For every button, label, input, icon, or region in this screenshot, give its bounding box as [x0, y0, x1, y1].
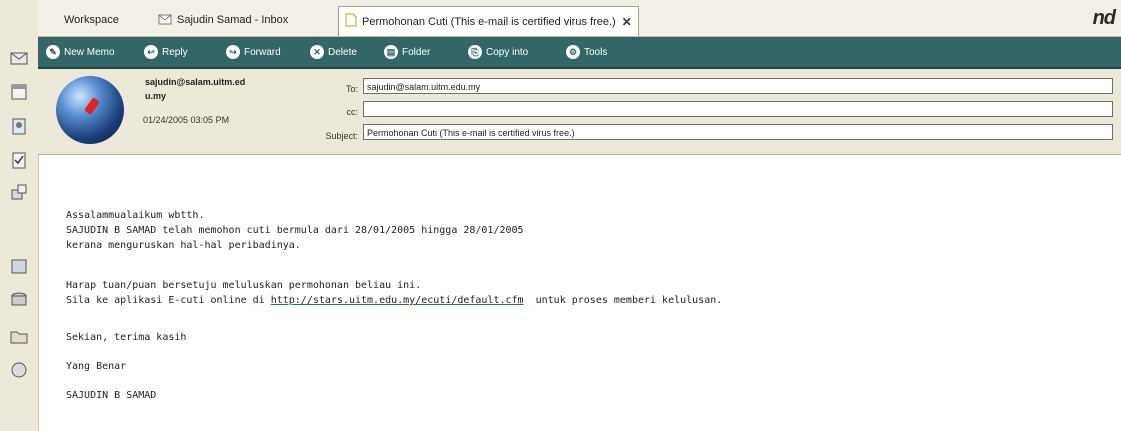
tab-label: Permohonan Cuti (This e-mail is certifie…	[362, 15, 616, 28]
web-icon[interactable]	[8, 360, 30, 380]
tab-label: Sajudin Samad - Inbox	[177, 14, 289, 26]
memo-header: sajudin@salam.uitm.ed u.my 01/24/2005 03…	[38, 69, 1121, 155]
databases-icon[interactable]	[8, 290, 30, 310]
body-line: Sila ke aplikasi E-cuti online di http:/…	[66, 295, 723, 306]
ecuti-link[interactable]: http://stars.uitm.edu.my/ecuti/default.c…	[271, 295, 524, 306]
reply-icon: ↩	[144, 45, 158, 59]
body-line: Harap tuan/puan bersetuju meluluskan per…	[66, 280, 422, 291]
subject-label: Subject:	[325, 131, 358, 141]
body-line: Sekian, terima kasih	[66, 332, 187, 343]
tab-bar: Workspace Sajudin Samad - Inbox Permohon…	[38, 0, 1121, 37]
document-icon	[345, 13, 357, 30]
inbox-icon	[158, 13, 172, 28]
tab-label: Workspace	[64, 14, 119, 26]
sender-address: sajudin@salam.uitm.ed u.my	[145, 77, 246, 101]
body-line: Yang Benar	[66, 361, 127, 372]
close-tab-icon[interactable]: ✕	[622, 15, 632, 29]
body-line: SAJUDIN B SAMAD telah memohon cuti bermu…	[66, 225, 524, 236]
delete-button[interactable]: ✕ Delete	[310, 43, 357, 61]
folder-icon: ▤	[384, 45, 398, 59]
address-book-icon[interactable]	[8, 116, 30, 136]
subject-field[interactable]: Permohonan Cuti (This e-mail is certifie…	[363, 124, 1113, 140]
replicator-icon[interactable]	[8, 182, 30, 202]
tab-current-memo[interactable]: Permohonan Cuti (This e-mail is certifie…	[338, 6, 639, 36]
brand-logo: nd	[1092, 7, 1116, 29]
folder-icon[interactable]	[8, 326, 30, 346]
todo-icon[interactable]	[8, 150, 30, 170]
reply-button[interactable]: ↩ Reply	[144, 43, 188, 61]
tools-icon: ⚙	[566, 45, 580, 59]
globe-avatar-icon	[56, 76, 124, 144]
new-memo-button[interactable]: ✎ New Memo	[46, 43, 115, 61]
copy-into-icon: ⎘	[468, 45, 482, 59]
cc-field[interactable]	[363, 101, 1113, 117]
sent-date: 01/24/2005 03:05 PM	[143, 115, 230, 125]
forward-button[interactable]: ↪ Forward	[226, 43, 281, 61]
body-line: SAJUDIN B SAMAD	[66, 390, 157, 401]
delete-icon: ✕	[310, 45, 324, 59]
folder-button[interactable]: ▤ Folder	[384, 43, 430, 61]
action-toolbar: ✎ New Memo ↩ Reply ↪ Forward ✕ Delete ▤ …	[38, 37, 1121, 69]
to-label: To:	[345, 84, 358, 94]
body-line: kerana menguruskan hal-hal peribadinya.	[66, 240, 301, 251]
calendar-icon[interactable]	[8, 82, 30, 102]
to-field[interactable]: sajudin@salam.uitm.edu.my	[363, 78, 1113, 94]
cc-label: cc:	[346, 107, 358, 117]
left-sidebar	[0, 0, 39, 431]
tab-inbox[interactable]: Sajudin Samad - Inbox	[158, 8, 288, 32]
new-memo-icon: ✎	[46, 45, 60, 59]
tools-button[interactable]: ⚙ Tools	[566, 43, 607, 61]
forward-icon: ↪	[226, 45, 240, 59]
mail-icon[interactable]	[8, 48, 30, 68]
favorites-icon[interactable]	[8, 256, 30, 276]
tab-workspace[interactable]: Workspace	[64, 8, 119, 32]
copy-into-button[interactable]: ⎘ Copy into	[468, 43, 528, 61]
body-line: Assalammualaikum wbtth.	[66, 210, 205, 221]
